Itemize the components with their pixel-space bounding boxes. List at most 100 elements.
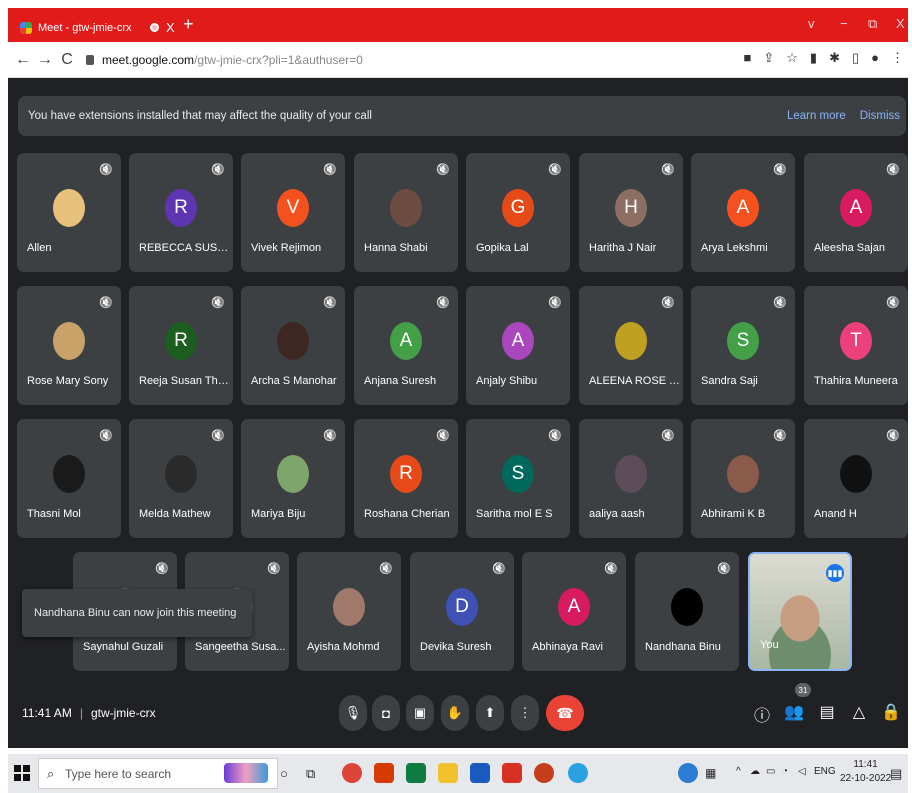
dismiss-link[interactable]: Dismiss xyxy=(860,110,900,122)
captions-button[interactable]: ▣ xyxy=(406,695,434,731)
participant-avatar: T xyxy=(840,322,872,360)
participant-tile[interactable]: 🔇 Anand H xyxy=(804,419,908,538)
tablet-icon[interactable]: ▦ xyxy=(705,766,716,780)
participant-tile[interactable]: 🔇 S Saritha mol E S xyxy=(466,419,570,538)
restore-button[interactable]: ⧉ xyxy=(868,16,877,32)
participant-tile[interactable]: 🔇 A Arya Lekshmi xyxy=(691,153,795,272)
participant-tile[interactable]: 🔇 A Abhinaya Ravi xyxy=(522,552,626,671)
tab-title: Meet - gtw-jmie-crx xyxy=(38,21,132,34)
url-host: meet.google.com xyxy=(102,53,195,67)
cortana-icon[interactable]: ○ xyxy=(280,766,288,781)
participant-tile[interactable]: 🔇 Mariya Biju xyxy=(241,419,345,538)
browser-menu-icon[interactable]: ⋮ xyxy=(891,50,904,66)
participant-avatar xyxy=(53,455,85,493)
learn-more-link[interactable]: Learn more xyxy=(787,110,846,122)
forward-arrow-icon[interactable]: → xyxy=(34,51,56,69)
battery-icon[interactable]: ▭ xyxy=(766,766,775,777)
participant-tile[interactable]: 🔇 R Reeja Susan Tho... xyxy=(129,286,233,405)
participant-tile[interactable]: 🔇 Thasni Mol xyxy=(17,419,121,538)
task-view-icon[interactable]: ⧉ xyxy=(306,766,315,782)
file-explorer-icon[interactable] xyxy=(438,763,458,783)
reload-icon[interactable]: C xyxy=(56,51,78,69)
mic-muted-icon: 🔇 xyxy=(604,563,618,575)
participant-tile[interactable]: 🔇 Hanna Shabi xyxy=(354,153,458,272)
profile-avatar-icon[interactable]: ● xyxy=(871,50,879,66)
tray-chevron-icon[interactable]: ^ xyxy=(736,766,741,777)
url-field[interactable]: meet.google.com /gtw-jmie-crx?pli=1&auth… xyxy=(86,48,726,72)
puzzle-extensions-icon[interactable]: ✱ xyxy=(829,50,840,66)
participant-tile[interactable]: 🔇 Melda Mathew xyxy=(129,419,233,538)
bookmark-star-icon[interactable]: ☆ xyxy=(786,50,798,66)
participant-name: Reeja Susan Tho... xyxy=(139,375,231,387)
meeting-details: 11:41 AM | gtw-jmie-crx xyxy=(22,706,156,720)
tab-close-button[interactable]: X xyxy=(166,20,175,35)
participant-tile[interactable]: 🔇 A Aleesha Sajan xyxy=(804,153,908,272)
raise-hand-button[interactable]: ✋ xyxy=(441,695,469,731)
chat-icon[interactable]: ▤ xyxy=(816,702,838,722)
weather-icon[interactable] xyxy=(678,763,698,783)
back-arrow-icon[interactable]: ← xyxy=(12,51,34,69)
participant-tile[interactable]: 🔇 aaliya aash xyxy=(579,419,683,538)
tab-meet[interactable]: Meet - gtw-jmie-crx X xyxy=(12,13,178,42)
leave-call-button[interactable]: ☎ xyxy=(546,695,584,731)
participant-avatar xyxy=(277,455,309,493)
tab-search-button[interactable]: v xyxy=(808,16,815,31)
camera-toggle-button[interactable]: ◘ xyxy=(372,695,400,731)
acrobat-icon[interactable] xyxy=(502,763,522,783)
participant-tile[interactable]: 🔇 R REBECCA SUSA... xyxy=(129,153,233,272)
participant-avatar xyxy=(727,455,759,493)
minimize-button[interactable]: − xyxy=(840,16,848,31)
language-indicator[interactable]: ENG xyxy=(814,766,836,777)
more-options-button[interactable]: ⋮ xyxy=(511,695,539,731)
chrome-icon[interactable] xyxy=(342,763,362,783)
share-icon[interactable]: ⇪ xyxy=(763,50,774,66)
participant-name: You xyxy=(760,639,779,651)
participant-avatar: H xyxy=(615,189,647,227)
telegram-icon[interactable] xyxy=(568,763,588,783)
volume-icon[interactable]: ◁ xyxy=(798,766,806,777)
participant-tile[interactable]: 🔇 D Devika Suresh xyxy=(410,552,514,671)
new-tab-button[interactable]: + xyxy=(183,14,194,35)
office-icon[interactable] xyxy=(374,763,394,783)
self-video-tile[interactable]: ▮▮▮ You xyxy=(748,552,852,671)
windows-start-icon[interactable] xyxy=(14,765,30,781)
wifi-icon[interactable]: ◔ xyxy=(782,766,788,777)
excel-icon[interactable] xyxy=(406,763,426,783)
participant-tile[interactable]: 🔇 A Anjaly Shibu xyxy=(466,286,570,405)
participant-tile[interactable]: 🔇 Abhirami K B xyxy=(691,419,795,538)
meeting-info-icon[interactable]: ⓘ xyxy=(751,702,773,726)
activities-icon[interactable]: △ xyxy=(848,702,870,722)
participant-avatar: R xyxy=(165,322,197,360)
participant-tile[interactable]: 🔇 G Gopika Lal xyxy=(466,153,570,272)
participant-tile[interactable]: 🔇 T Thahira Muneera xyxy=(804,286,908,405)
participant-tile[interactable]: 🔇 Rose Mary Sony xyxy=(17,286,121,405)
participant-name: Nandhana Binu xyxy=(645,641,721,653)
participant-tile[interactable]: 🔇 S Sandra Saji xyxy=(691,286,795,405)
mic-muted-icon: 🔇 xyxy=(886,297,900,309)
microphone-toggle-button[interactable]: 🎙 xyxy=(339,695,367,731)
participant-tile[interactable]: 🔇 ALEENA ROSE T... xyxy=(579,286,683,405)
present-screen-button[interactable]: ⬆ xyxy=(476,695,504,731)
participant-tile[interactable]: 🔇 A Anjana Suresh xyxy=(354,286,458,405)
participant-tile[interactable]: 🔇 Nandhana Binu xyxy=(635,552,739,671)
participant-tile[interactable]: 🔇 Allen xyxy=(17,153,121,272)
camera-in-use-icon[interactable]: ■ xyxy=(744,50,752,66)
participant-tile[interactable]: 🔇 Ayisha Mohmd xyxy=(297,552,401,671)
participant-tile[interactable]: 🔇 R Roshana Cherian xyxy=(354,419,458,538)
extension-icon[interactable]: ▮ xyxy=(810,50,817,66)
powerpoint-icon[interactable] xyxy=(534,763,554,783)
host-controls-icon[interactable]: 🔒 xyxy=(880,702,902,722)
notifications-icon[interactable]: ▤ xyxy=(890,766,902,782)
taskbar-clock[interactable]: 11:41 22-10-2022 xyxy=(840,758,891,786)
mic-muted-icon: 🔇 xyxy=(436,297,450,309)
participant-tile[interactable]: 🔇 Archa S Manohar xyxy=(241,286,345,405)
people-icon[interactable]: 👥 xyxy=(783,702,805,722)
side-panel-icon[interactable]: ▯ xyxy=(852,50,859,66)
speaking-indicator-icon: ▮▮▮ xyxy=(826,564,844,582)
word-icon[interactable] xyxy=(470,763,490,783)
close-window-button[interactable]: X xyxy=(896,16,905,31)
participant-tile[interactable]: 🔇 H Haritha J Nair xyxy=(579,153,683,272)
search-highlight-icon[interactable] xyxy=(224,763,268,783)
participant-tile[interactable]: 🔇 V Vivek Rejimon xyxy=(241,153,345,272)
onedrive-icon[interactable]: ☁ xyxy=(750,766,760,777)
